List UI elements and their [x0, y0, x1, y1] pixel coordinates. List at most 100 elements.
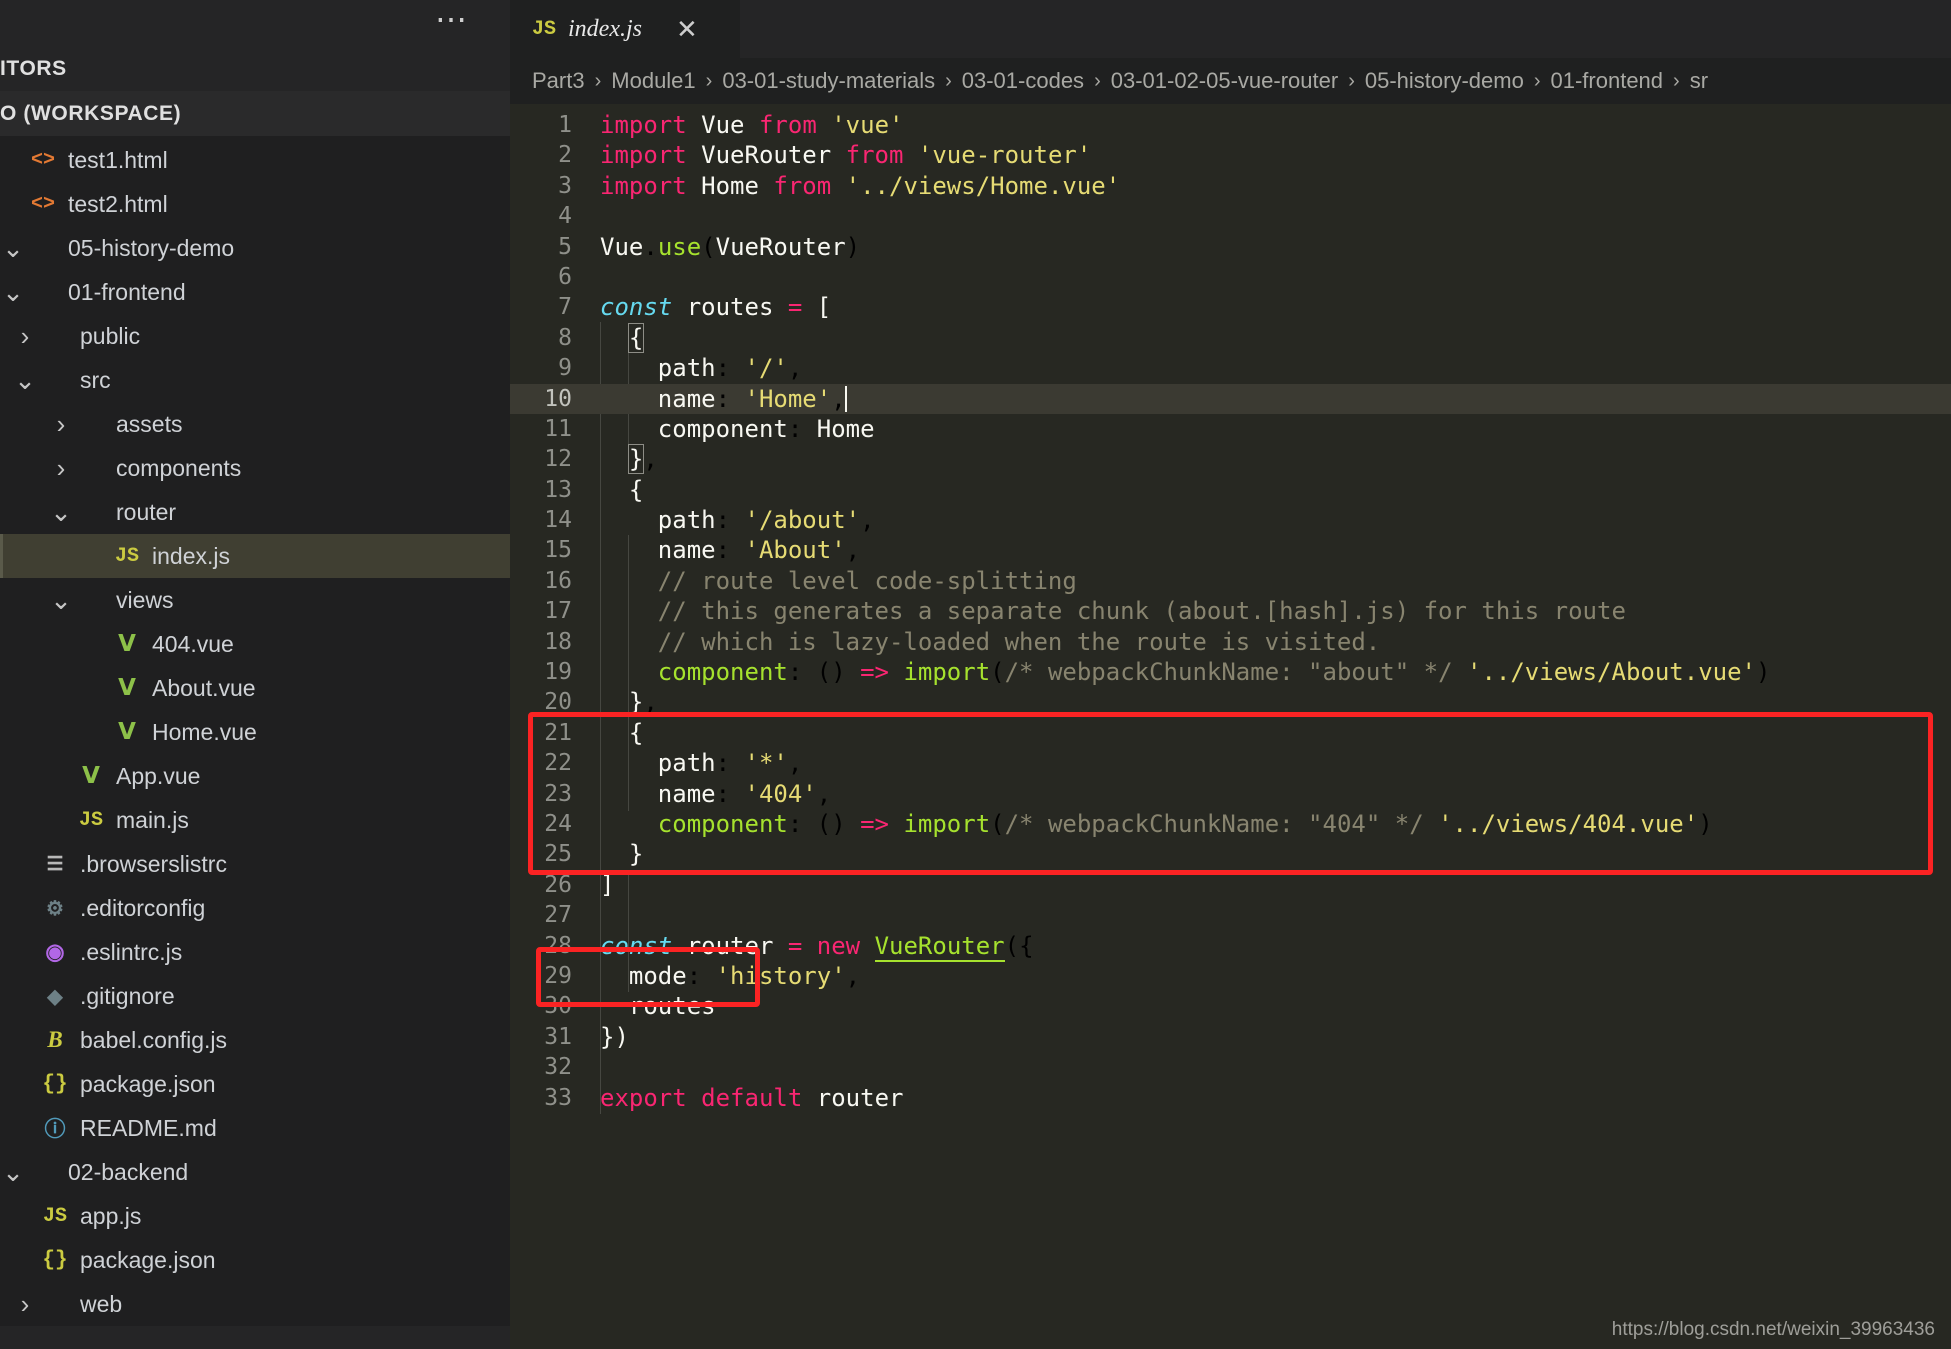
chevron-down-icon[interactable]: ⌄ [0, 1159, 26, 1185]
tree-item-app-js[interactable]: JS app.js [0, 1194, 510, 1238]
code-line-4[interactable]: 4 [510, 201, 1951, 231]
tree-item-editorconfig[interactable]: ⚙ .editorconfig [0, 886, 510, 930]
code-line-1[interactable]: 1 import Vue from 'vue' [510, 110, 1951, 140]
tree-item-router[interactable]: ⌄ router [0, 490, 510, 534]
chevron-down-icon[interactable]: ⌄ [0, 235, 26, 261]
tree-item-browserslistrc[interactable]: ☰ .browserslistrc [0, 842, 510, 886]
code-line-3[interactable]: 3 import Home from '../views/Home.vue' [510, 171, 1951, 201]
tree-item-404-vue[interactable]: V 404.vue [0, 622, 510, 666]
tree-item-label: Home.vue [152, 718, 257, 745]
html-icon: <> [30, 148, 55, 172]
chevron-down-icon[interactable]: ⌄ [48, 499, 74, 525]
tree-item-index-js[interactable]: JS index.js [0, 534, 510, 578]
code-line-13[interactable]: 13 { [510, 475, 1951, 505]
breadcrumb-item[interactable]: Part3 [532, 68, 585, 94]
code-line-2[interactable]: 2 import VueRouter from 'vue-router' [510, 140, 1951, 170]
chevron-right-icon[interactable]: › [48, 453, 74, 484]
code-line-15[interactable]: 15 name: 'About', [510, 535, 1951, 565]
code-line-33[interactable]: 33 export default router [510, 1083, 1951, 1113]
tree-item-babel-config-js[interactable]: Bbabel.config.js [0, 1018, 510, 1062]
tree-item-components[interactable]: › components [0, 446, 510, 490]
code-line-29[interactable]: 29 mode: 'history', [510, 961, 1951, 991]
breadcrumb-item[interactable]: 03-01-study-materials [722, 68, 935, 94]
breadcrumb-item[interactable]: 05-history-demo [1365, 68, 1524, 94]
code-line-text: path: '/', [657, 354, 803, 383]
code-line-16[interactable]: 16 // route level code-splitting [510, 566, 1951, 596]
breadcrumb-item[interactable]: 03-01-02-05-vue-router [1111, 68, 1338, 94]
chevron-right-icon[interactable]: › [48, 409, 74, 440]
code-line-25[interactable]: 25 } [510, 839, 1951, 869]
tree-item-test2-html[interactable]: <> test2.html [0, 182, 510, 226]
code-line-text: component: () => import(/* webpackChunkN… [657, 658, 1771, 687]
code-line-28[interactable]: 28 const router = new VueRouter({ [510, 931, 1951, 962]
tab-index-js[interactable]: JS index.js ✕ [510, 0, 740, 58]
code-line-20[interactable]: 20 }, [510, 687, 1951, 717]
line-number: 21 [544, 719, 572, 746]
code-line-11[interactable]: 11 component: Home [510, 414, 1951, 444]
code-line-31[interactable]: 31}) [510, 1022, 1951, 1052]
section-open-editors[interactable]: ITORS [0, 46, 510, 91]
code-line-14[interactable]: 14 path: '/about', [510, 505, 1951, 535]
line-number: 13 [544, 476, 572, 503]
code-line-10[interactable]: 10 name: 'Home', [510, 383, 1951, 414]
code-line-30[interactable]: 30 routes [510, 991, 1951, 1021]
tree-item-home-vue[interactable]: V Home.vue [0, 710, 510, 754]
code-editor[interactable]: 1 import Vue from 'vue' 2 import VueRouter … [510, 104, 1951, 1349]
tree-item-label: index.js [152, 542, 230, 569]
chevron-right-icon[interactable]: › [12, 1289, 38, 1320]
tree-item-test1-html[interactable]: <> test1.html [0, 138, 510, 182]
tree-item-about-vue[interactable]: V About.vue [0, 666, 510, 710]
tree-item-label: components [116, 454, 242, 481]
js-icon: JS [114, 544, 139, 568]
tree-item-public[interactable]: › public [0, 314, 510, 358]
chevron-down-icon[interactable]: ⌄ [48, 587, 74, 613]
code-line-18[interactable]: 18 // which is lazy-loaded when the rout… [510, 627, 1951, 657]
line-number: 18 [544, 628, 572, 655]
code-line-23[interactable]: 23 name: '404', [510, 779, 1951, 809]
eslint-icon: ◉ [45, 939, 65, 964]
chevron-right-icon[interactable]: › [12, 321, 38, 352]
tree-item-package-json[interactable]: {} package.json [0, 1238, 510, 1282]
breadcrumb-item[interactable]: Module1 [611, 68, 695, 94]
code-line-8[interactable]: 8 { [510, 322, 1951, 353]
breadcrumb-item[interactable]: 03-01-codes [962, 68, 1084, 94]
code-line-27[interactable]: 27 [510, 900, 1951, 930]
code-line-19[interactable]: 19 component: () => import(/* webpackChu… [510, 657, 1951, 687]
code-line-32[interactable]: 32 [510, 1052, 1951, 1082]
code-line-17[interactable]: 17 // this generates a separate chunk (a… [510, 596, 1951, 626]
code-line-12[interactable]: 12 }, [510, 444, 1951, 475]
tree-item-gitignore[interactable]: ◆ .gitignore [0, 974, 510, 1018]
tree-item-package-json[interactable]: {} package.json [0, 1062, 510, 1106]
breadcrumb[interactable]: Part3 › Module1 › 03-01-study-materials › 03-0… [510, 58, 1951, 104]
breadcrumb-item[interactable]: sr [1690, 68, 1708, 94]
close-icon[interactable]: ✕ [676, 14, 698, 45]
chevron-down-icon[interactable]: ⌄ [12, 367, 38, 393]
tree-item-views[interactable]: ⌄ views [0, 578, 510, 622]
tree-item-02-backend[interactable]: ⌄ 02-backend [0, 1150, 510, 1194]
code-line-5[interactable]: 5 Vue.use(VueRouter) [510, 232, 1951, 262]
breadcrumb-separator-icon: › [1533, 69, 1541, 92]
code-line-26[interactable]: 26] [510, 870, 1951, 900]
code-line-21[interactable]: 21 { [510, 718, 1951, 748]
chevron-down-icon[interactable]: ⌄ [0, 279, 26, 305]
code-line-9[interactable]: 9 path: '/', [510, 353, 1951, 383]
tree-item-app-vue[interactable]: V App.vue [0, 754, 510, 798]
tree-item-readme-md[interactable]: ⓘ README.md [0, 1106, 510, 1150]
tree-item-web[interactable]: › web [0, 1282, 510, 1326]
list-icon: ☰ [46, 853, 64, 875]
code-line-6[interactable]: 6 [510, 262, 1951, 292]
section-workspace[interactable]: O (WORKSPACE) [0, 91, 510, 136]
breadcrumb-item[interactable]: 01-frontend [1551, 68, 1664, 94]
tree-item-assets[interactable]: › assets [0, 402, 510, 446]
tree-item-eslintrc-js[interactable]: ◉ .eslintrc.js [0, 930, 510, 974]
code-line-7[interactable]: 7 const routes = [ [510, 292, 1951, 322]
tree-item-label: package.json [80, 1246, 216, 1273]
tree-item-main-js[interactable]: JS main.js [0, 798, 510, 842]
watermark: https://blog.csdn.net/weixin_39963436 [1611, 1319, 1935, 1340]
tree-item-01-frontend[interactable]: ⌄ 01-frontend [0, 270, 510, 314]
tree-item-src[interactable]: ⌄ src [0, 358, 510, 402]
tree-item-05-history-demo[interactable]: ⌄ 05-history-demo [0, 226, 510, 270]
code-line-22[interactable]: 22 path: '*', [510, 748, 1951, 778]
code-line-24[interactable]: 24 component: () => import(/* webpackChu… [510, 809, 1951, 839]
more-actions-icon[interactable]: ⋯ [435, 2, 470, 36]
